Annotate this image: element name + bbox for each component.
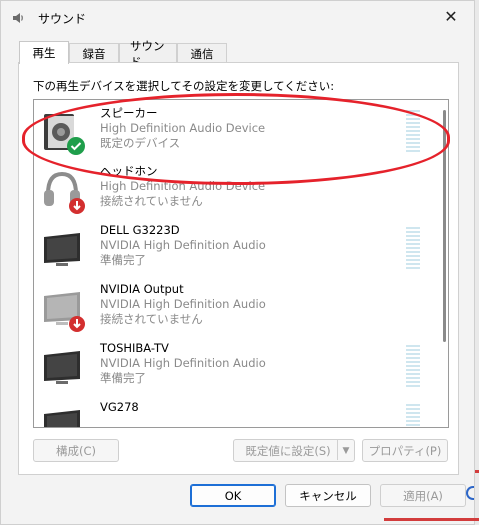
device-driver: High Definition Audio Device: [100, 121, 266, 135]
monitor-icon: [44, 292, 85, 332]
device-status: 準備完了: [100, 371, 146, 385]
ok-button[interactable]: OK: [190, 484, 276, 507]
device-item-speaker[interactable]: スピーカー High Definition Audio Device 既定のデバ…: [34, 104, 430, 162]
sound-app-icon: [13, 13, 23, 23]
cancel-button[interactable]: キャンセル: [285, 484, 371, 507]
device-driver: NVIDIA High Definition Audio: [100, 297, 266, 311]
tab-playback[interactable]: 再生: [19, 41, 69, 64]
tab-communications[interactable]: 通信: [177, 43, 227, 64]
device-name: ヘッドホン: [100, 164, 158, 178]
tab-sounds[interactable]: サウンド: [119, 39, 177, 69]
background-decoration: [475, 470, 479, 473]
title-bar: サウンド ✕: [1, 1, 474, 33]
tab-recording[interactable]: 録音: [69, 43, 119, 64]
configure-button[interactable]: 構成(C): [33, 439, 119, 462]
device-name: TOSHIBA-TV: [100, 341, 169, 355]
device-status: 既定のデバイス: [100, 136, 181, 150]
volume-meter: [406, 404, 420, 427]
device-item-toshiba[interactable]: TOSHIBA-TV NVIDIA High Definition Audio …: [34, 339, 430, 397]
device-name: スピーカー: [100, 106, 158, 120]
monitor-icon: [44, 233, 80, 266]
check-badge-icon: [67, 137, 85, 155]
speaker-icon: [44, 114, 85, 155]
device-status: 準備完了: [100, 253, 146, 267]
monitor-icon: [44, 351, 80, 384]
close-icon: ✕: [444, 6, 458, 26]
device-status: 接続されていません: [100, 312, 203, 326]
device-name: DELL G3223D: [100, 223, 180, 237]
device-driver: NVIDIA High Definition Audio: [100, 356, 266, 370]
device-driver: High Definition Audio Device: [100, 179, 266, 193]
device-list[interactable]: スピーカー High Definition Audio Device 既定のデバ…: [33, 99, 449, 428]
background-decoration: [384, 518, 479, 521]
monitor-icon: [44, 410, 80, 427]
window-title: サウンド: [38, 12, 87, 26]
sound-dialog: サウンド ✕ 再生 録音 サウンド 通信 下の再生デバイスを選択してその設定を変…: [0, 0, 475, 525]
background-decoration: [466, 486, 474, 500]
device-item-dell[interactable]: DELL G3223D NVIDIA High Definition Audio…: [34, 221, 430, 279]
chevron-down-icon[interactable]: ▼: [340, 440, 352, 461]
device-item-vg278[interactable]: VG278: [34, 398, 430, 427]
properties-button[interactable]: プロパティ(P): [362, 439, 448, 462]
volume-meter: [406, 345, 420, 389]
device-status: 接続されていません: [100, 194, 203, 208]
close-button[interactable]: ✕: [436, 3, 466, 29]
device-item-nvidia-output[interactable]: NVIDIA Output NVIDIA High Definition Aud…: [34, 280, 430, 338]
volume-meter: [406, 110, 420, 154]
instruction-text: 下の再生デバイスを選択してその設定を変更してください:: [33, 79, 335, 93]
background-window-edge: [475, 0, 479, 525]
device-name: NVIDIA Output: [100, 282, 184, 296]
device-name: VG278: [100, 400, 139, 414]
split-divider: [337, 439, 338, 460]
apply-button[interactable]: 適用(A): [380, 484, 466, 507]
device-driver: NVIDIA High Definition Audio: [100, 238, 266, 252]
volume-meter: [406, 227, 420, 271]
device-item-headphones[interactable]: ヘッドホン High Definition Audio Device 接続されて…: [34, 162, 430, 220]
list-scrollbar[interactable]: [443, 110, 446, 342]
playback-panel: 下の再生デバイスを選択してその設定を変更してください: スピーカー High D…: [18, 62, 459, 475]
tab-bar: 再生 録音 サウンド 通信: [19, 39, 227, 69]
headphones-icon: [44, 171, 85, 214]
